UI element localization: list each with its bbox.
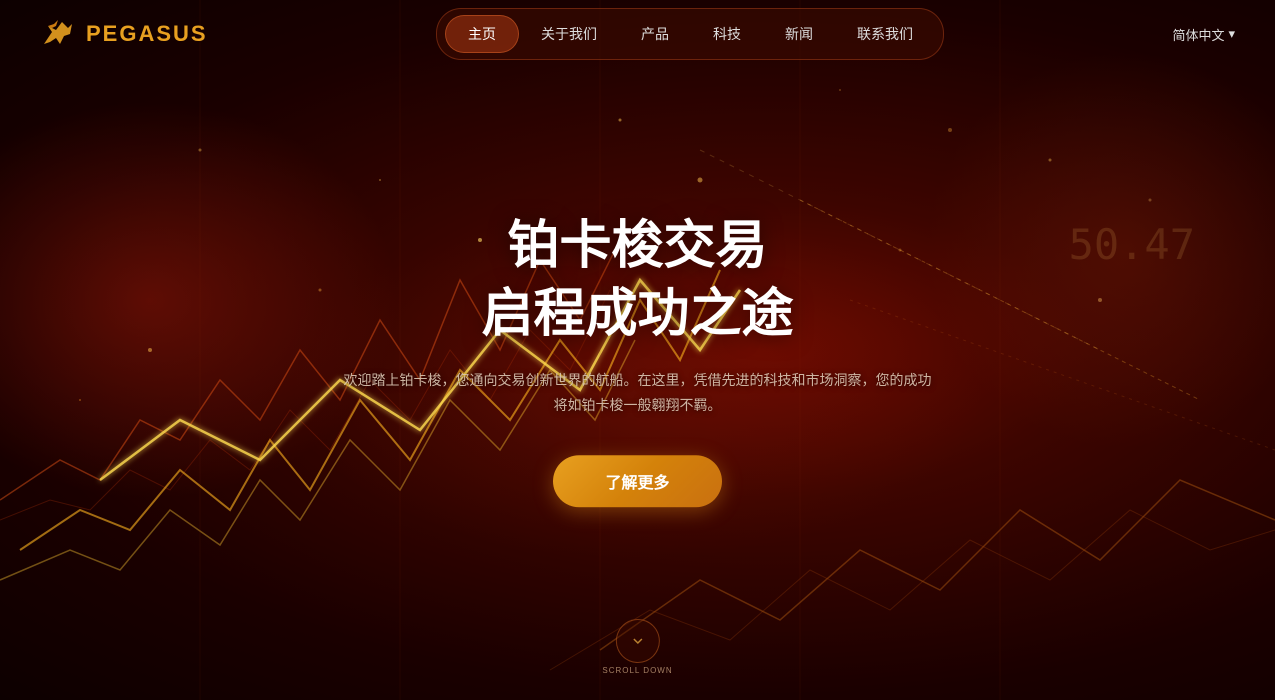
hero-title-line2: 启程成功之途 bbox=[481, 285, 793, 343]
lang-label: 简体中文 bbox=[1172, 25, 1224, 44]
navbar: PEGASUS 主页 关于我们 产品 科技 新闻 联系我们 简体中文 ▾ bbox=[0, 0, 1275, 68]
hero-content: 铂卡梭交易 启程成功之途 欢迎踏上铂卡梭，您通向交易创新世界的航船。在这里，凭借… bbox=[338, 213, 938, 507]
nav-item-home[interactable]: 主页 bbox=[445, 15, 519, 53]
chart-number: 50.47 bbox=[1069, 220, 1195, 269]
nav-item-contact[interactable]: 联系我们 bbox=[835, 16, 935, 52]
cta-button[interactable]: 了解更多 bbox=[553, 455, 721, 507]
chevron-down-icon: ▾ bbox=[1228, 26, 1235, 42]
nav-item-products[interactable]: 产品 bbox=[619, 16, 691, 52]
scroll-text: SCROLL DOWN bbox=[602, 667, 672, 676]
nav-item-tech[interactable]: 科技 bbox=[691, 16, 763, 52]
hero-section: 50.47 bbox=[0, 0, 1275, 700]
pegasus-icon bbox=[40, 16, 76, 52]
nav-item-about[interactable]: 关于我们 bbox=[519, 16, 619, 52]
chevron-down-icon bbox=[629, 633, 645, 649]
scroll-indicator[interactable]: SCROLL DOWN bbox=[602, 619, 672, 676]
nav-links: 主页 关于我们 产品 科技 新闻 联系我们 bbox=[436, 8, 944, 60]
hero-title: 铂卡梭交易 启程成功之途 bbox=[338, 213, 938, 348]
logo[interactable]: PEGASUS bbox=[40, 16, 208, 52]
hero-title-line1: 铂卡梭交易 bbox=[507, 217, 767, 275]
hero-subtitle: 欢迎踏上铂卡梭，您通向交易创新世界的航船。在这里，凭借先进的科技和市场洞察，您的… bbox=[338, 368, 938, 418]
lang-switcher[interactable]: 简体中文 ▾ bbox=[1172, 25, 1235, 44]
nav-item-news[interactable]: 新闻 bbox=[763, 16, 835, 52]
glow-right bbox=[925, 50, 1275, 450]
scroll-circle bbox=[615, 619, 659, 663]
brand-name: PEGASUS bbox=[86, 21, 208, 47]
